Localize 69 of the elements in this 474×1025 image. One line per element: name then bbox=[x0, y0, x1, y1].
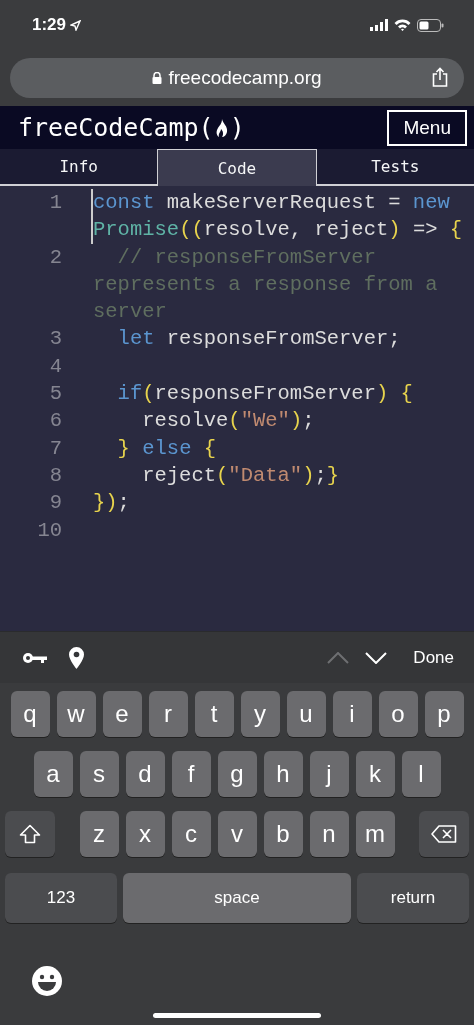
line-number: 7 bbox=[48, 435, 63, 462]
code-line: const makeServerRequest = new Promise((resolve, reject) => { bbox=[91, 189, 474, 244]
shift-icon bbox=[19, 824, 41, 844]
line-number: 9 bbox=[48, 490, 63, 517]
key[interactable]: r bbox=[148, 691, 188, 737]
menu-button[interactable]: Menu bbox=[387, 109, 467, 146]
key[interactable]: u bbox=[286, 691, 326, 737]
code-line: }); bbox=[93, 490, 131, 517]
battery-icon bbox=[417, 18, 444, 32]
line-number: 1 bbox=[48, 190, 63, 216]
return-key[interactable]: return bbox=[357, 873, 469, 923]
code-line: } else { bbox=[116, 435, 218, 462]
key[interactable]: g bbox=[217, 751, 257, 797]
code-line: if(responseFromServer) { bbox=[116, 381, 414, 408]
signal-icon bbox=[370, 19, 388, 31]
tab[interactable]: Code bbox=[157, 149, 317, 186]
key[interactable]: i bbox=[332, 691, 372, 737]
key[interactable]: k bbox=[355, 751, 395, 797]
emoji-icon[interactable] bbox=[31, 965, 63, 997]
key[interactable]: d bbox=[125, 751, 165, 797]
code-line: // responseFromServer represents a response from a server bbox=[93, 244, 439, 326]
key[interactable]: e bbox=[102, 691, 142, 737]
key[interactable]: c bbox=[171, 811, 211, 857]
line-number: 5 bbox=[48, 381, 63, 408]
key[interactable]: s bbox=[79, 751, 119, 797]
backspace-icon bbox=[431, 825, 457, 843]
logo-text: freeCodeCamp( bbox=[18, 113, 214, 142]
lock-icon bbox=[152, 72, 163, 84]
key[interactable]: z bbox=[79, 811, 119, 857]
key[interactable]: p bbox=[424, 691, 464, 737]
line-number: 8 bbox=[48, 462, 63, 489]
done-button[interactable]: Done bbox=[413, 647, 454, 668]
code-line: resolve("We"); bbox=[141, 408, 316, 435]
key[interactable]: b bbox=[263, 811, 303, 857]
key[interactable]: j bbox=[309, 751, 349, 797]
line-number: 3 bbox=[48, 326, 63, 353]
key[interactable]: v bbox=[217, 811, 257, 857]
key[interactable]: y bbox=[240, 691, 280, 737]
space-key[interactable]: space bbox=[123, 873, 351, 923]
key[interactable]: a bbox=[33, 751, 73, 797]
key[interactable]: t bbox=[194, 691, 234, 737]
address-bar[interactable]: freecodecamp.org bbox=[10, 58, 464, 98]
backspace-key[interactable] bbox=[419, 811, 469, 857]
key[interactable]: x bbox=[125, 811, 165, 857]
line-number: 6 bbox=[48, 408, 63, 435]
key[interactable]: h bbox=[263, 751, 303, 797]
shift-key[interactable] bbox=[5, 811, 55, 857]
line-number: 2 bbox=[48, 244, 63, 271]
location-pin-icon[interactable] bbox=[68, 645, 85, 670]
key[interactable]: w bbox=[56, 691, 96, 737]
key[interactable]: m bbox=[355, 811, 395, 857]
line-number: 4 bbox=[48, 353, 63, 380]
key[interactable]: q bbox=[10, 691, 50, 737]
wifi-icon bbox=[394, 19, 411, 31]
key[interactable]: f bbox=[171, 751, 211, 797]
status-time: 1:29 bbox=[32, 15, 67, 35]
line-number: 10 bbox=[36, 517, 63, 544]
key[interactable]: n bbox=[309, 811, 349, 857]
key[interactable]: o bbox=[378, 691, 418, 737]
url-text: freecodecamp.org bbox=[168, 67, 322, 89]
key[interactable]: l bbox=[401, 751, 441, 797]
location-arrow-icon bbox=[70, 19, 82, 31]
share-icon[interactable] bbox=[432, 67, 448, 87]
logo-text: ) bbox=[229, 113, 245, 142]
key-icon[interactable] bbox=[22, 650, 48, 665]
code-line: reject("Data");} bbox=[141, 462, 341, 489]
chevron-down-icon[interactable] bbox=[365, 651, 388, 664]
numbers-key[interactable]: 123 bbox=[5, 873, 117, 923]
code-line: let responseFromServer; bbox=[116, 326, 402, 353]
